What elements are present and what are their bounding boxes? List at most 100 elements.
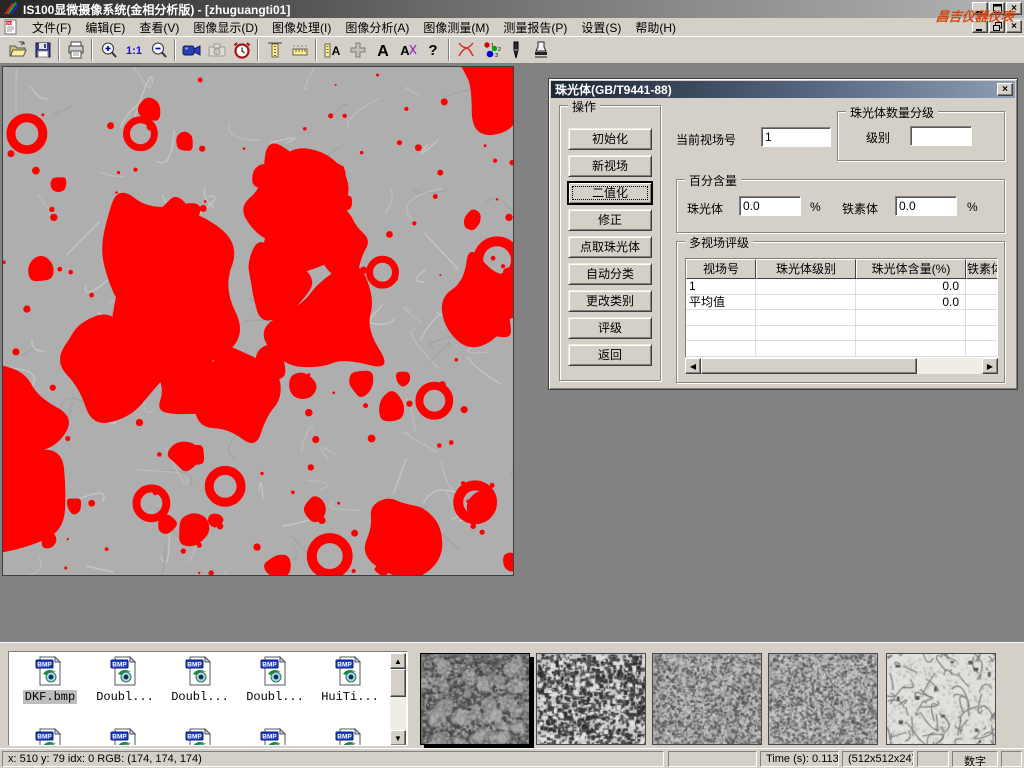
toolbar-button-actual-size[interactable]: 1:1 [121, 38, 146, 62]
op-button-6[interactable]: 更改类别 [568, 290, 652, 312]
svg-text:BMP: BMP [112, 734, 127, 741]
op-button-1[interactable]: 新视场 [568, 155, 652, 177]
toolbar-button-annotate-measure[interactable]: A [320, 38, 345, 62]
hscroll-thumb[interactable] [701, 358, 917, 374]
toolbar-separator [257, 39, 259, 61]
toolbar-button-pick-pen[interactable] [503, 38, 528, 62]
toolbar-button-curve-tool[interactable] [453, 38, 478, 62]
scroll-up-icon[interactable]: ▲ [390, 653, 406, 669]
op-button-3[interactable]: 修正 [568, 209, 652, 231]
file-item-row2-2[interactable]: BMP [163, 728, 237, 746]
menu-item-3[interactable]: 图像显示(D) [186, 18, 265, 37]
video-camera-icon [182, 40, 202, 60]
toolbar-button-help[interactable]: ? [420, 38, 445, 62]
file-item-0[interactable]: BMPDKF.bmp [13, 656, 87, 704]
menu-item-6[interactable]: 图像测量(M) [416, 18, 496, 37]
op-button-0[interactable]: 初始化 [568, 128, 652, 150]
file-item-2[interactable]: BMPDoubl... [163, 656, 237, 704]
menu-item-0[interactable]: 文件(F) [25, 18, 78, 37]
table-row-1[interactable]: 平均值0.0 [686, 295, 997, 311]
toolbar-button-merge-cross[interactable] [345, 38, 370, 62]
toolbar-button-open[interactable] [5, 38, 30, 62]
gallery-thumbnail-2[interactable] [652, 653, 762, 745]
close-button[interactable]: × [1006, 2, 1022, 15]
table-header-1[interactable]: 珠光体级别 [756, 259, 856, 279]
svg-text:BMP: BMP [337, 662, 352, 669]
ferrite-percent-input[interactable] [895, 196, 957, 216]
file-item-3[interactable]: BMPDoubl... [238, 656, 312, 704]
table-row-empty-2[interactable] [686, 341, 997, 357]
merge-cross-icon [348, 40, 368, 60]
menu-item-2[interactable]: 查看(V) [132, 18, 186, 37]
table-header-0[interactable]: 视场号 [686, 259, 756, 279]
app-icon [3, 1, 19, 18]
specimen-image[interactable] [2, 66, 514, 576]
menu-item-4[interactable]: 图像处理(I) [265, 18, 338, 37]
svg-text:BMP: BMP [37, 662, 52, 669]
table-header-2[interactable]: 珠光体含量(%) [856, 259, 966, 279]
minimize-button[interactable] [972, 2, 988, 15]
toolbar-button-timer-clock[interactable] [229, 38, 254, 62]
mdi-restore-button[interactable] [989, 20, 1005, 33]
menu-item-9[interactable]: 帮助(H) [628, 18, 683, 37]
menu-item-1[interactable]: 编辑(E) [78, 18, 132, 37]
file-item-row2-0[interactable]: BMP [13, 728, 87, 746]
table-header-3[interactable]: 铁素体含量(%) [966, 259, 998, 279]
file-item-row2-4[interactable]: BMP [313, 728, 387, 746]
file-item-1[interactable]: BMPDoubl... [88, 656, 162, 704]
current-field-input[interactable] [761, 127, 831, 147]
toolbar-button-zoom-in[interactable] [96, 38, 121, 62]
multi-field-group-label: 多视场评级 [685, 234, 753, 251]
toolbar-button-video-camera[interactable] [179, 38, 204, 62]
menu-item-7[interactable]: 测量报告(P) [496, 18, 574, 37]
op-button-5[interactable]: 自动分类 [568, 263, 652, 285]
op-button-2[interactable]: 二值化 [568, 182, 652, 204]
menu-item-5[interactable]: 图像分析(A) [338, 18, 416, 37]
toolbar-button-classify-balls[interactable]: 123 [478, 38, 503, 62]
mdi-minimize-button[interactable] [972, 20, 988, 33]
toolbar-button-snapshot-camera[interactable] [204, 38, 229, 62]
grade-input[interactable] [910, 126, 972, 146]
file-vscrollbar[interactable]: ▲ ▼ [390, 653, 406, 746]
op-button-7[interactable]: 评级 [568, 317, 652, 339]
toolbar-button-text-format[interactable]: A [395, 38, 420, 62]
scroll-left-icon[interactable]: ◀ [685, 358, 701, 374]
gallery-thumbnail-1[interactable] [536, 653, 646, 745]
toolbar-button-caliper[interactable] [262, 38, 287, 62]
rating-table[interactable]: 视场号珠光体级别珠光体含量(%)铁素体含量(%) 10.0平均值0.0 [685, 258, 998, 358]
dialog-title-bar[interactable]: 珠光体(GB/T9441-88) × [551, 81, 1015, 98]
table-row-empty-1[interactable] [686, 326, 997, 342]
file-item-4[interactable]: BMPHuiTi... [313, 656, 387, 704]
toolbar-button-zoom-out[interactable] [146, 38, 171, 62]
status-bar: x: 510 y: 79 idx: 0 RGB: (174, 174, 174)… [0, 748, 1024, 768]
pearlite-percent-input[interactable] [739, 196, 801, 216]
toolbar-separator [448, 39, 450, 61]
current-field-label: 当前视场号 [676, 131, 736, 148]
scroll-down-icon[interactable]: ▼ [390, 730, 406, 746]
toolbar-button-stamp-tool[interactable] [528, 38, 553, 62]
file-item-row2-3[interactable]: BMP [238, 728, 312, 746]
mdi-close-button[interactable]: × [1006, 20, 1022, 33]
dialog-close-icon[interactable]: × [997, 83, 1013, 96]
focus-rect [572, 186, 648, 200]
toolbar-button-text-a[interactable]: A [370, 38, 395, 62]
file-item-row2-1[interactable]: BMP [88, 728, 162, 746]
vscroll-thumb[interactable] [390, 669, 406, 697]
toolbar-button-save[interactable] [30, 38, 55, 62]
gallery-thumbnail-3[interactable] [768, 653, 878, 745]
op-button-4[interactable]: 点取珠光体 [568, 236, 652, 258]
toolbar-button-print[interactable] [63, 38, 88, 62]
table-row-0[interactable]: 10.0 [686, 279, 997, 295]
toolbar-separator [315, 39, 317, 61]
op-button-8[interactable]: 返回 [568, 344, 652, 366]
menu-item-8[interactable]: 设置(S) [574, 18, 628, 37]
gallery-thumbnail-4[interactable] [886, 653, 996, 745]
scroll-right-icon[interactable]: ▶ [982, 358, 998, 374]
document-icon[interactable]: DOC [3, 19, 21, 35]
save-icon [33, 40, 53, 60]
maximize-button[interactable] [989, 2, 1005, 15]
table-row-empty-0[interactable] [686, 310, 997, 326]
table-hscrollbar[interactable]: ◀ ▶ [685, 358, 998, 374]
toolbar-button-ruler[interactable] [287, 38, 312, 62]
gallery-thumbnail-0[interactable] [420, 653, 530, 745]
